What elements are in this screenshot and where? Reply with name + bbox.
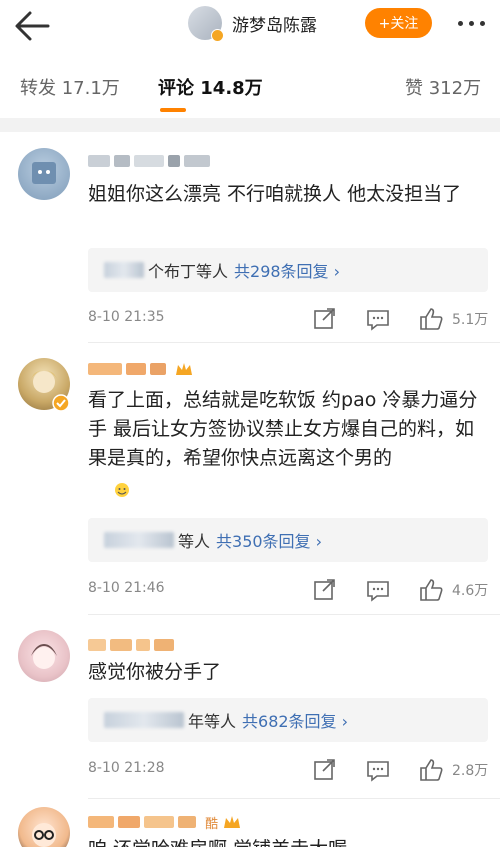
comment-text: 感觉你被分手了 <box>88 661 222 683</box>
tab-bar: 转发 17.1万 评论 14.8万 赞 312万 <box>0 60 500 120</box>
share-icon[interactable] <box>312 758 338 782</box>
view-replies-link[interactable]: 共682条回复 › <box>242 708 348 732</box>
comment-meta: 8-10 21:28 2.8万 <box>88 758 498 782</box>
vip-crown-icon <box>176 363 193 375</box>
comment-text: 咱 还觉哈难房啊 觉铺羔走大喔 <box>88 835 488 847</box>
view-replies-link[interactable]: 共350条回复 › <box>216 528 322 552</box>
tab-comments[interactable]: 评论 14.8万 <box>158 74 263 100</box>
share-icon[interactable] <box>312 307 338 331</box>
commenter-name-blurred[interactable] <box>88 636 178 651</box>
vip-crown-icon <box>224 816 241 828</box>
section-separator <box>0 118 500 132</box>
reply-summary[interactable]: 等人 共350条回复 › <box>88 518 488 562</box>
tab-likes[interactable]: 赞 312万 <box>405 74 481 100</box>
avatar-image-icon <box>32 823 56 847</box>
verified-badge-icon <box>211 29 224 42</box>
comment-meta: 8-10 21:35 5.1万 <box>88 307 498 331</box>
emoji-icon <box>115 483 129 497</box>
top-bar: 游梦岛陈露 +关注 <box>0 0 500 54</box>
comment-icon[interactable] <box>365 307 391 331</box>
comment-divider <box>88 798 500 799</box>
reply-summary[interactable]: 年等人 共682条回复 › <box>88 698 488 742</box>
commenter-name-blurred[interactable]: 酷 <box>88 813 241 832</box>
like-count: 2.8万 <box>452 763 489 779</box>
more-options-icon[interactable] <box>458 16 498 30</box>
profile-header[interactable]: 游梦岛陈露 <box>188 5 317 42</box>
like-count: 4.6万 <box>452 583 489 599</box>
like-icon[interactable] <box>418 758 444 782</box>
comment-icon[interactable] <box>365 578 391 602</box>
tab-reposts[interactable]: 转发 17.1万 <box>20 74 120 100</box>
commenter-name-blurred[interactable] <box>88 152 214 167</box>
comment-time: 8-10 21:46 <box>88 580 165 596</box>
like-count: 5.1万 <box>452 312 489 328</box>
reply-names: 个布丁等人 <box>148 262 229 281</box>
share-icon[interactable] <box>312 578 338 602</box>
comment-divider <box>88 342 500 343</box>
comment-icon[interactable] <box>365 758 391 782</box>
comment-time: 8-10 21:35 <box>88 309 165 325</box>
comment-time: 8-10 21:28 <box>88 760 165 776</box>
comment-text: 姐姐你这么漂亮 不行咱就换人 他太没担当了 <box>88 183 462 205</box>
reply-summary[interactable]: 个布丁等人 共298条回复 › <box>88 248 488 292</box>
reply-avatars-blurred <box>104 262 144 278</box>
avatar-image-icon <box>31 644 57 669</box>
commenter-name-blurred[interactable] <box>88 360 193 375</box>
comment-divider <box>88 614 500 615</box>
like-icon[interactable] <box>418 307 444 331</box>
reply-avatars-blurred <box>104 712 184 728</box>
follow-button[interactable]: +关注 <box>365 8 432 38</box>
view-replies-link[interactable]: 共298条回复 › <box>234 258 340 282</box>
active-tab-indicator <box>160 108 186 112</box>
reply-names: 等人 <box>178 532 211 551</box>
commenter-name-partial: 酷 <box>205 817 219 832</box>
reply-names: 年等人 <box>188 712 237 731</box>
commenter-avatar[interactable] <box>18 148 70 200</box>
reply-avatars-blurred <box>104 532 174 548</box>
profile-avatar[interactable] <box>188 6 224 42</box>
comment-text: 看了上面，总结就是吃软饭 约pao 冷暴力逼分手 最后让女方签协议禁止女方爆自己… <box>88 389 478 469</box>
avatar-image-icon <box>32 162 56 184</box>
comment-meta: 8-10 21:46 4.6万 <box>88 578 498 602</box>
commenter-avatar[interactable] <box>18 630 70 682</box>
like-icon[interactable] <box>418 578 444 602</box>
profile-name[interactable]: 游梦岛陈露 <box>232 11 317 36</box>
verified-badge-icon <box>52 394 70 412</box>
commenter-avatar[interactable] <box>18 807 70 847</box>
back-arrow-icon[interactable] <box>12 8 52 44</box>
